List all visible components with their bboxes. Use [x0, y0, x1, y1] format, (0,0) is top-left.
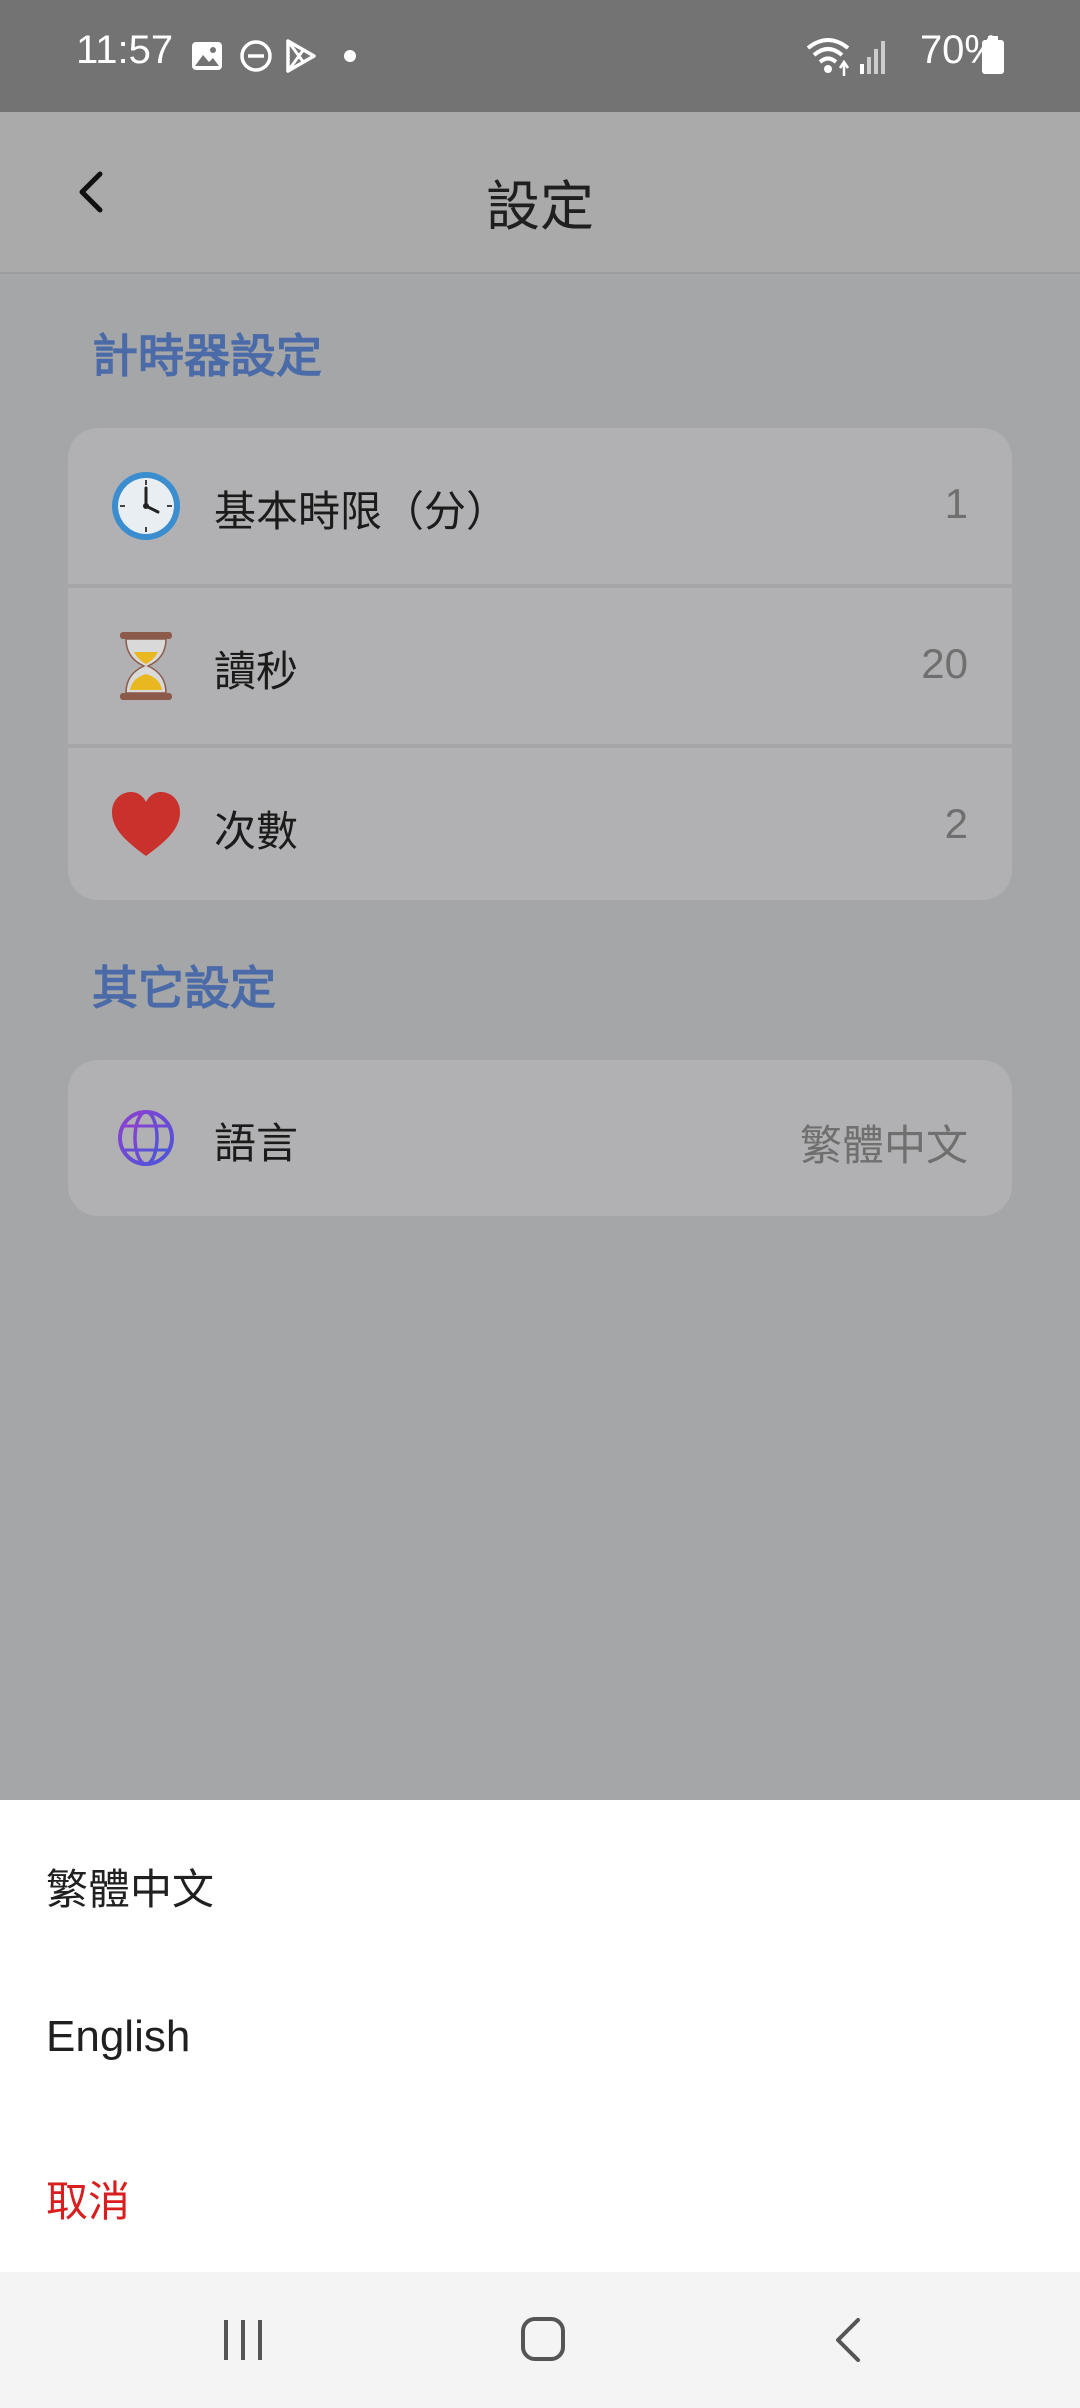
setting-label: 讀秒: [214, 647, 299, 696]
setting-value: 20: [921, 640, 968, 687]
play-store-icon: [286, 39, 316, 73]
app-bar: 設定: [0, 112, 1080, 274]
setting-label: 基本時限（分）: [214, 487, 509, 536]
setting-label: 次數: [214, 807, 299, 856]
setting-row-byoyomi[interactable]: 讀秒 20: [68, 588, 1012, 744]
option-english[interactable]: English: [46, 2012, 190, 2062]
status-bar: 11:57 70%: [0, 0, 1080, 112]
setting-value: 1: [944, 480, 968, 527]
setting-value: 2: [944, 800, 968, 847]
setting-row-language[interactable]: 語言 繁體中文: [68, 1060, 1012, 1216]
image-icon: [192, 42, 222, 70]
page-title: 設定: [486, 175, 594, 238]
signal-icon: [860, 41, 885, 74]
timer-settings-card: 基本時限（分） 1 讀秒 20 次數 2: [68, 428, 1012, 900]
home-icon[interactable]: [518, 2314, 568, 2364]
status-time: 11:57: [76, 28, 174, 72]
section-title-timer: 計時器設定: [92, 329, 322, 383]
setting-value: 繁體中文: [799, 1122, 968, 1169]
language-bottom-sheet: 繁體中文 English 取消: [0, 1800, 1080, 2272]
hourglass-icon: [120, 632, 172, 700]
cancel-button[interactable]: 取消: [46, 2168, 130, 2229]
setting-label: 語言: [214, 1119, 299, 1168]
setting-row-basic-time[interactable]: 基本時限（分） 1: [68, 428, 1012, 584]
option-traditional-chinese[interactable]: 繁體中文: [46, 1856, 214, 1917]
system-nav-bar: [0, 2272, 1080, 2408]
other-settings-card: 語言 繁體中文: [68, 1060, 1012, 1216]
dot-icon: [344, 50, 356, 62]
heart-icon: [112, 792, 180, 856]
clock-icon: [112, 472, 180, 540]
recents-icon[interactable]: [218, 2316, 268, 2364]
section-title-other: 其它設定: [92, 961, 276, 1015]
wifi-icon: [806, 38, 850, 76]
globe-icon: [118, 1110, 174, 1166]
setting-row-count[interactable]: 次數 2: [68, 748, 1012, 904]
battery-icon: [982, 36, 1004, 74]
back-icon[interactable]: [826, 2314, 872, 2366]
dnd-icon: [240, 40, 272, 72]
